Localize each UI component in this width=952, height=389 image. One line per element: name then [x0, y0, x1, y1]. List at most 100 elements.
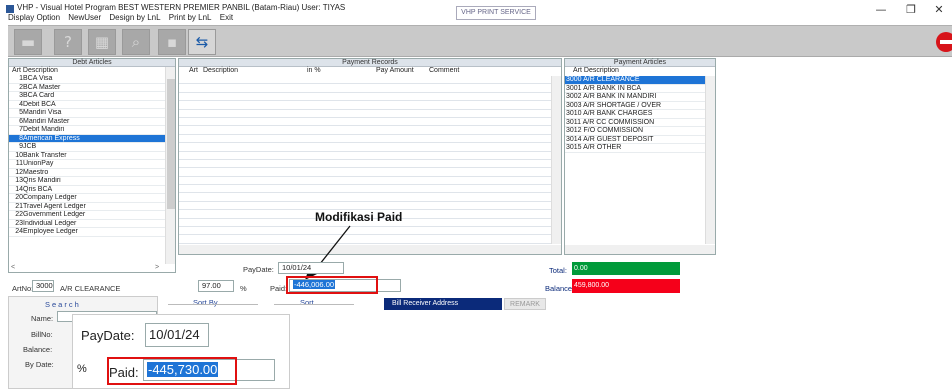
- debt-articles-scrollbar[interactable]: [165, 67, 175, 264]
- payment-articles-hscroll[interactable]: [565, 245, 715, 254]
- payment-articles-header: Payment Articles: [565, 59, 715, 67]
- row-art: 22: [15, 211, 23, 218]
- grid-icon[interactable]: ▪: [158, 29, 186, 55]
- payment-record-row[interactable]: [179, 110, 551, 118]
- payment-article-row[interactable]: 3014 A/R GUEST DEPOSIT: [565, 136, 705, 144]
- debt-article-row[interactable]: 22Government Ledger: [9, 211, 165, 220]
- payment-record-row[interactable]: [179, 202, 551, 211]
- payment-article-row[interactable]: 3011 A/R CC COMMISSION: [565, 119, 705, 127]
- debt-article-row[interactable]: 10Bank Transfer: [9, 152, 165, 160]
- menu-newuser[interactable]: NewUser: [68, 13, 101, 22]
- debt-article-row[interactable]: 21Travel Agent Ledger: [9, 203, 165, 211]
- minimize-button[interactable]: —: [873, 3, 889, 16]
- payment-record-row[interactable]: [179, 126, 551, 135]
- debt-article-row[interactable]: 12Maestro: [9, 168, 165, 177]
- row-art: 3002: [566, 93, 582, 100]
- remark-tab[interactable]: REMARK: [504, 298, 546, 310]
- close-button[interactable]: ✕: [931, 3, 947, 16]
- debt-article-row[interactable]: 9JCB: [9, 143, 165, 152]
- debt-article-row[interactable]: 13Qris Mandiri: [9, 177, 165, 186]
- payment-articles-scrollbar[interactable]: [705, 76, 715, 244]
- payment-record-row[interactable]: [179, 177, 551, 186]
- search-icon[interactable]: ⌕: [122, 29, 150, 55]
- row-description: UnionPay: [23, 160, 54, 167]
- payment-record-row[interactable]: [179, 160, 551, 169]
- payment-record-row[interactable]: [179, 168, 551, 177]
- zoom-paydate-input[interactable]: 10/01/24: [145, 323, 209, 347]
- debt-article-row[interactable]: 1BCA Visa: [9, 75, 165, 84]
- payment-article-row[interactable]: 3003 A/R SHORTAGE / OVER: [565, 102, 705, 110]
- help-icon[interactable]: ?: [54, 29, 82, 55]
- menu-exit[interactable]: Exit: [220, 13, 233, 22]
- debt-article-row[interactable]: 20Company Ledger: [9, 194, 165, 203]
- debt-article-row[interactable]: 14Qris BCA: [9, 186, 165, 194]
- document-icon[interactable]: ▬: [14, 29, 42, 55]
- payment-record-row[interactable]: [179, 76, 551, 85]
- payment-record-row[interactable]: [179, 118, 551, 127]
- app-icon: [6, 5, 14, 13]
- payment-record-row[interactable]: [179, 93, 551, 102]
- row-description: JCB: [23, 143, 37, 150]
- row-description: Company Ledger: [23, 194, 77, 201]
- row-description: A/R BANK CHARGES: [583, 110, 653, 117]
- debt-article-row[interactable]: 7Debit Mandiri: [9, 126, 165, 135]
- row-description: BCA Master: [23, 83, 61, 91]
- debt-article-row[interactable]: 11UnionPay: [9, 160, 165, 169]
- payment-record-row[interactable]: [179, 101, 551, 110]
- debt-article-row[interactable]: 23Individual Ledger: [9, 219, 165, 228]
- payment-record-row[interactable]: [179, 185, 551, 194]
- search-title: Search: [45, 300, 81, 309]
- debt-article-row[interactable]: 6Mandiri Master: [9, 118, 165, 126]
- zoom-paydate-label: PayDate:: [81, 328, 135, 343]
- row-description: Maestro: [23, 168, 49, 176]
- payment-record-row[interactable]: [179, 152, 551, 160]
- payment-record-row[interactable]: [179, 227, 551, 236]
- debt-article-row[interactable]: 8American Express: [9, 134, 165, 143]
- row-description: Employee Ledger: [23, 228, 78, 235]
- print-service-button[interactable]: VHP PRINT SERVICE: [456, 6, 536, 20]
- paydate-input[interactable]: 10/01/24: [278, 262, 344, 274]
- balance-label: Balance:: [545, 284, 575, 293]
- row-art: 3012: [566, 127, 582, 134]
- menu-print-by-lnl[interactable]: Print by LnL: [169, 13, 212, 22]
- col-art: Art: [189, 67, 198, 74]
- payment-article-row[interactable]: 3015 A/R OTHER: [565, 144, 705, 153]
- debt-article-row[interactable]: 2BCA Master: [9, 83, 165, 92]
- scroll-right-icon[interactable]: >: [155, 264, 159, 271]
- swap-icon[interactable]: ⇆: [188, 29, 216, 55]
- bill-receiver-address-tab[interactable]: Bill Receiver Address: [384, 298, 502, 310]
- scroll-thumb[interactable]: [167, 79, 175, 209]
- row-description: Individual Ledger: [23, 219, 77, 227]
- payment-records-panel: Payment Records Art Description in % Pay…: [178, 58, 562, 255]
- percent-input[interactable]: 97.00: [198, 280, 234, 292]
- payment-record-row[interactable]: [179, 193, 551, 202]
- table-icon[interactable]: ▦: [88, 29, 116, 55]
- payment-record-row[interactable]: [179, 143, 551, 152]
- payment-article-row[interactable]: 3000 A/R CLEARANCE: [565, 76, 705, 85]
- menu-display-option[interactable]: Display Option: [8, 13, 60, 22]
- debt-article-row[interactable]: 4Debit BCA: [9, 101, 165, 109]
- toolbar: ▬ ? ▦ ⌕ ▪ ⇆: [8, 25, 952, 57]
- payment-article-row[interactable]: 3012 F/O COMMISSION: [565, 127, 705, 136]
- payment-article-row[interactable]: 3010 A/R BANK CHARGES: [565, 110, 705, 119]
- row-description: BCA Visa: [23, 75, 53, 82]
- row-art: 3001: [566, 84, 582, 92]
- payment-record-row[interactable]: [179, 84, 551, 93]
- payment-article-row[interactable]: 3001 A/R BANK IN BCA: [565, 84, 705, 93]
- row-art: 13: [15, 177, 23, 184]
- menu-design-by-lnl[interactable]: Design by LnL: [109, 13, 160, 22]
- scroll-left-icon[interactable]: <: [11, 264, 15, 271]
- payment-record-row[interactable]: [179, 135, 551, 144]
- debt-article-row[interactable]: 24Employee Ledger: [9, 228, 165, 237]
- payment-article-row[interactable]: 3002 A/R BANK IN MANDIRI: [565, 93, 705, 102]
- payment-record-row[interactable]: [179, 235, 551, 244]
- maximize-button[interactable]: ❐: [903, 3, 919, 16]
- artno-input[interactable]: 3000: [32, 280, 54, 292]
- total-value: 0.00: [572, 262, 680, 275]
- debt-article-row[interactable]: 5Mandiri Visa: [9, 109, 165, 118]
- payment-records-scrollbar[interactable]: [551, 76, 561, 244]
- payment-records-hscroll[interactable]: [179, 245, 561, 254]
- debt-article-row[interactable]: 3BCA Card: [9, 92, 165, 101]
- stop-icon[interactable]: [936, 32, 952, 52]
- billno-label: BillNo:: [31, 330, 53, 339]
